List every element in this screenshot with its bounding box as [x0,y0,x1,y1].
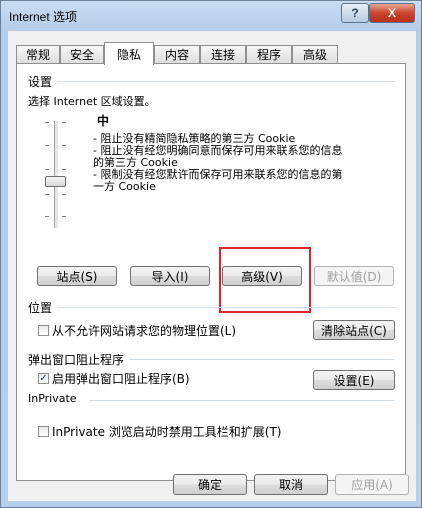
zone-prompt: 选择 Internet 区域设置。 [28,95,156,108]
highlight-annotation [219,247,311,313]
tab-label: 内容 [164,48,189,62]
tab-connections[interactable]: 连接 [200,45,246,63]
tab-privacy[interactable]: 隐私 [104,42,154,65]
tab-label: 常规 [25,48,50,62]
button-label: 应用(A) [351,478,393,492]
inprivate-group-divider [89,400,395,401]
slider-track[interactable] [54,121,59,228]
popup-checkbox[interactable]: ✓ [38,373,49,384]
close-icon: X [387,6,396,20]
slider-tick [62,169,66,170]
clear-sites-button[interactable]: 清除站点(C) [313,320,395,340]
tab-programs[interactable]: 程序 [246,45,292,63]
checkmark-icon: ✓ [39,373,48,384]
location-group-divider [57,307,395,308]
slider-tick [62,194,66,195]
tab-advanced[interactable]: 高级 [292,45,338,63]
ok-button[interactable]: 确定 [173,474,247,495]
tab-general[interactable]: 常规 [16,45,60,63]
tab-label: 程序 [256,48,281,62]
tab-label: 安全 [69,48,94,62]
button-label: 默认值(D) [326,269,382,284]
privacy-level-description: - 阻止没有精简隐私策略的第三方 Cookie - 阻止没有经您明确同意而保存可… [93,133,383,193]
tab-content[interactable]: 内容 [154,45,200,63]
window-title: Internet 选项 [9,10,78,24]
button-label: 导入(I) [151,269,189,284]
location-group-label: 位置 [28,301,53,315]
button-label: 站点(S) [56,269,98,284]
inprivate-group-label: InPrivate [28,392,77,405]
privacy-panel: 设置 选择 Internet 区域设置。 中 - 阻止没有精简隐私策略的第三方 … [16,63,406,481]
inprivate-checkbox[interactable] [38,426,49,437]
popup-settings-button[interactable]: 设置(E) [313,370,395,390]
popup-checkbox-label: 启用弹出窗口阻止程序(B) [52,372,190,386]
description-line: 一方 Cookie [93,180,156,193]
popup-group-label: 弹出窗口阻止程序 [28,353,125,367]
settings-group-label: 设置 [28,75,53,89]
slider-thumb[interactable] [45,176,66,187]
tab-label: 连接 [210,48,235,62]
slider-tick [45,145,49,146]
tab-label: 高级 [302,48,327,62]
location-checkbox[interactable] [38,325,49,336]
inprivate-checkbox-label: InPrivate 浏览启动时禁用工具栏和扩展(T) [52,425,282,439]
button-label: 清除站点(C) [321,323,387,338]
slider-tick [45,216,49,217]
popup-group-divider [129,359,395,360]
slider-tick [45,122,49,123]
tab-label: 隐私 [116,47,141,62]
tab-security[interactable]: 安全 [60,45,104,63]
import-button[interactable]: 导入(I) [130,266,210,286]
default-button[interactable]: 默认值(D) [314,266,394,286]
slider-tick [45,194,49,195]
button-label: 设置(E) [333,373,375,388]
location-checkbox-label: 从不允许网站请求您的物理位置(L) [52,324,237,338]
privacy-level-name: 中 [97,114,110,128]
button-label: 确定 [197,478,222,492]
apply-button[interactable]: 应用(A) [335,474,409,495]
help-button[interactable]: ? [341,3,369,23]
help-icon: ? [351,6,359,20]
slider-tick [62,122,66,123]
button-label: 取消 [278,478,303,492]
slider-tick [45,169,49,170]
slider-tick [62,216,66,217]
dialog-client: 常规 安全 隐私 内容 连接 程序 高级 设置 选择 Internet 区域设置… [8,31,416,501]
slider-tick [62,145,66,146]
sites-button[interactable]: 站点(S) [37,266,117,286]
close-button[interactable]: X [369,3,415,23]
title-bar[interactable]: Internet 选项 ? X [1,1,421,31]
settings-group-divider [57,81,395,82]
cancel-button[interactable]: 取消 [254,474,328,495]
internet-options-window: Internet 选项 ? X 常规 安全 隐私 内容 连接 程序 高级 设置 … [0,0,422,508]
